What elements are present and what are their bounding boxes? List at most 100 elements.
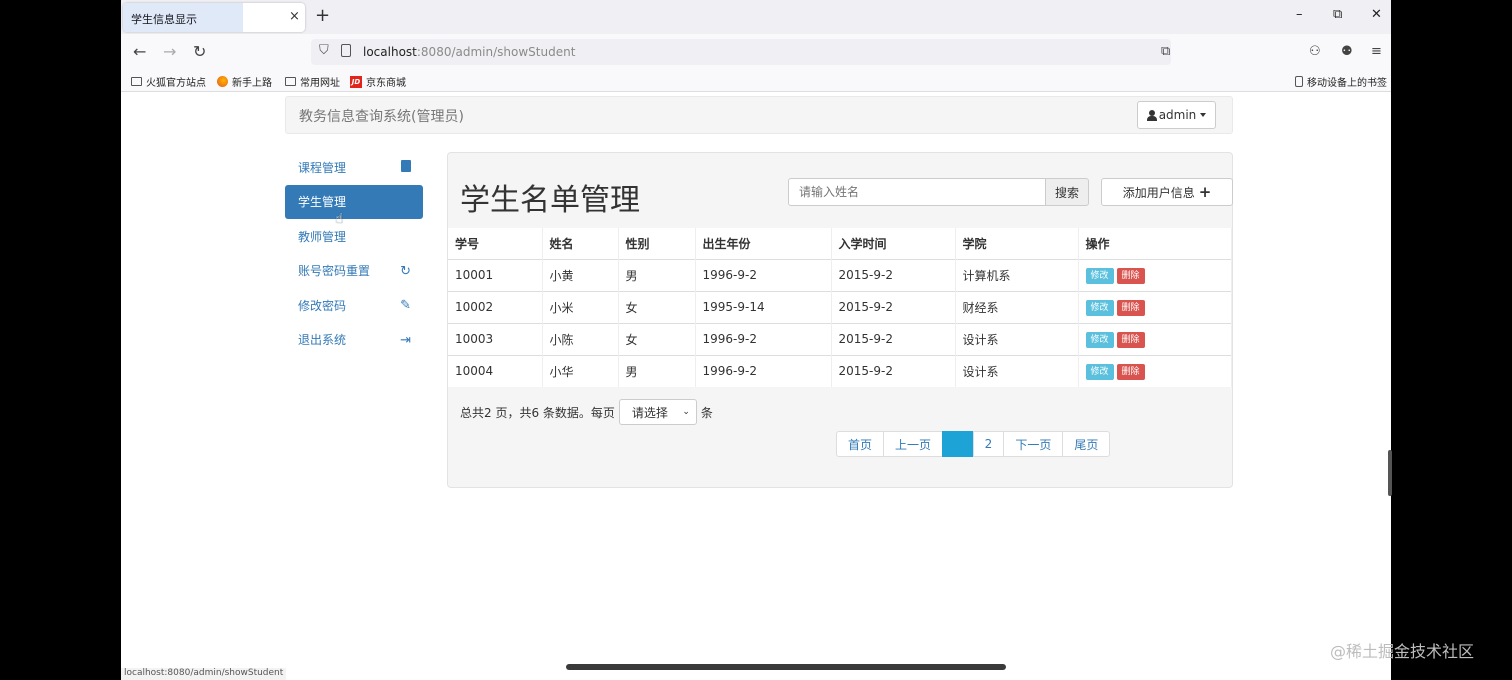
chevron-down-icon: ⌄: [682, 407, 690, 417]
profile-icon[interactable]: ⚉: [1341, 44, 1353, 59]
sidebar-item-teachers[interactable]: 教师管理: [285, 219, 423, 254]
table-cell: 男: [618, 258, 696, 291]
menu-icon[interactable]: ≡: [1371, 44, 1382, 59]
pager-info: 总共2 页，共6 条数据。每页 请选择 ⌄ 条: [460, 399, 713, 425]
edit-button[interactable]: 修改: [1085, 267, 1114, 284]
minimize-button[interactable]: –: [1296, 7, 1303, 22]
per-page-select[interactable]: 请选择 ⌄: [618, 399, 697, 425]
caret-down-icon: [1200, 113, 1207, 117]
jd-icon: JD: [350, 75, 362, 88]
url-text[interactable]: localhost:8080/admin/showStudent: [363, 45, 575, 59]
logout-icon: ⇥: [400, 332, 411, 348]
table-cell: 2015-9-2: [831, 354, 956, 387]
mobile-bookmarks[interactable]: 移动设备上的书签: [1295, 74, 1387, 89]
add-user-button[interactable]: 添加用户信息 +: [1101, 178, 1233, 206]
delete-button[interactable]: 删除: [1116, 363, 1145, 380]
actions-cell: 修改 删除: [1078, 290, 1232, 323]
tab-bar: 学生信息显示 × + – ⧉ ✕: [121, 0, 1391, 34]
browser-tab[interactable]: 学生信息显示 ×: [123, 3, 305, 32]
main-panel: 学生名单管理 搜索 添加用户信息 + 学号 姓名 性别 出生年份 入学时间 学院…: [447, 152, 1233, 488]
pencil-icon: ✎: [400, 298, 411, 313]
pagination-item[interactable]: 首页: [836, 431, 885, 457]
bookmark-item[interactable]: 新手上路: [217, 74, 272, 89]
table-cell: 小米: [542, 290, 619, 323]
column-header: 性别: [618, 228, 696, 259]
table-cell: 女: [618, 322, 696, 355]
address-bar[interactable]: ⛉ localhost:8080/admin/showStudent: [311, 39, 1171, 65]
edit-button[interactable]: 修改: [1085, 331, 1114, 348]
status-url: localhost:8080/admin/showStudent: [121, 668, 287, 680]
close-window-button[interactable]: ✕: [1371, 7, 1382, 22]
table-cell: 1996-9-2: [695, 322, 832, 355]
user-dropdown-button[interactable]: admin: [1137, 101, 1216, 129]
sidebar-item-logout[interactable]: 退出系统 ⇥: [285, 323, 423, 358]
pagination-item[interactable]: 上一页: [883, 431, 944, 457]
table-cell: 设计系: [955, 354, 1079, 387]
pagination-item[interactable]: 下一页: [1003, 431, 1064, 457]
student-table: 学号 姓名 性别 出生年份 入学时间 学院 操作 10001 小黄男 1996-9-…: [448, 228, 1232, 387]
column-header: 学院: [955, 228, 1079, 259]
account-icon[interactable]: ⚇: [1309, 44, 1321, 59]
sidebar-item-courses[interactable]: 课程管理: [285, 150, 423, 185]
table-cell: 1996-9-2: [695, 354, 832, 387]
navigation-bar: ← → ↻ ⛉ localhost:8080/admin/showStudent…: [121, 34, 1391, 70]
restore-button[interactable]: ⧉: [1333, 7, 1342, 22]
table-cell: 1995-9-14: [695, 290, 832, 323]
pagination: 首页 上一页 1 2 下一页 尾页: [836, 431, 1111, 457]
column-header: 姓名: [542, 228, 619, 259]
actions-cell: 修改 删除: [1078, 258, 1232, 291]
firefox-icon: [217, 76, 228, 87]
page-title: 学生名单管理: [460, 183, 640, 218]
user-icon: [1146, 109, 1157, 121]
table-row: 10003 小陈女 1996-9-2 2015-9-2 设计系 修改 删除: [448, 322, 1232, 355]
forward-icon[interactable]: →: [163, 42, 176, 61]
column-header: 操作: [1078, 228, 1232, 259]
scrollbar[interactable]: [1388, 450, 1392, 496]
column-header: 入学时间: [831, 228, 956, 259]
pagination-item[interactable]: 尾页: [1062, 431, 1111, 457]
pagination-item[interactable]: 1: [942, 431, 974, 457]
edit-button[interactable]: 修改: [1085, 363, 1114, 380]
table-cell: 2015-9-2: [831, 290, 956, 323]
table-cell: 10003: [448, 322, 543, 355]
home-indicator: [566, 664, 1006, 670]
edit-button[interactable]: 修改: [1085, 299, 1114, 316]
close-tab-icon[interactable]: ×: [289, 9, 300, 24]
table-row: 10004 小华男 1996-9-2 2015-9-2 设计系 修改 删除: [448, 354, 1232, 387]
plus-icon: +: [1198, 183, 1212, 201]
watermark: @稀土掘金技术社区: [1330, 642, 1475, 661]
brand-title[interactable]: 教务信息查询系统(管理员): [299, 106, 464, 126]
table-cell: 10004: [448, 354, 543, 387]
bookmark-item[interactable]: JD 京东商城: [350, 74, 406, 89]
table-cell: 女: [618, 290, 696, 323]
bookmark-item[interactable]: 火狐官方站点: [131, 74, 206, 89]
column-header: 学号: [448, 228, 543, 259]
page-info-icon[interactable]: [341, 44, 351, 57]
extensions-icon[interactable]: ⧉: [1161, 44, 1170, 59]
user-name: admin: [1158, 108, 1197, 122]
table-cell: 10002: [448, 290, 543, 323]
reload-icon[interactable]: ↻: [193, 42, 206, 61]
browser-window: 学生信息显示 × + – ⧉ ✕ ← → ↻ ⛉ localhost:8080/…: [121, 0, 1391, 680]
table-cell: 小华: [542, 354, 619, 387]
search-button[interactable]: 搜索: [1045, 178, 1089, 206]
table-row: 10001 小黄男 1996-9-2 2015-9-2 计算机系 修改 删除: [448, 258, 1232, 291]
delete-button[interactable]: 删除: [1116, 267, 1145, 284]
table-cell: 2015-9-2: [831, 258, 956, 291]
refresh-icon: ↻: [400, 263, 411, 279]
pagination-item[interactable]: 2: [972, 431, 1005, 457]
new-tab-button[interactable]: +: [315, 5, 330, 26]
back-icon[interactable]: ←: [133, 42, 146, 61]
delete-button[interactable]: 删除: [1116, 299, 1145, 316]
search-input[interactable]: [788, 178, 1046, 206]
sidebar-item-reset-password[interactable]: 账号密码重置 ↻: [285, 254, 423, 289]
actions-cell: 修改 删除: [1078, 354, 1232, 387]
sidebar: 课程管理 学生管理 ☝ 教师管理 账号密码重置 ↻ 修改密码 ✎ 退出系统 ⇥: [285, 150, 423, 357]
table-cell: 10001: [448, 258, 543, 291]
shield-icon[interactable]: ⛉: [319, 43, 329, 58]
bookmark-item[interactable]: 常用网址: [285, 74, 340, 89]
sidebar-item-students[interactable]: 学生管理 ☝: [285, 184, 423, 227]
table-cell: 2015-9-2: [831, 322, 956, 355]
sidebar-item-change-password[interactable]: 修改密码 ✎: [285, 288, 423, 323]
delete-button[interactable]: 删除: [1116, 331, 1145, 348]
